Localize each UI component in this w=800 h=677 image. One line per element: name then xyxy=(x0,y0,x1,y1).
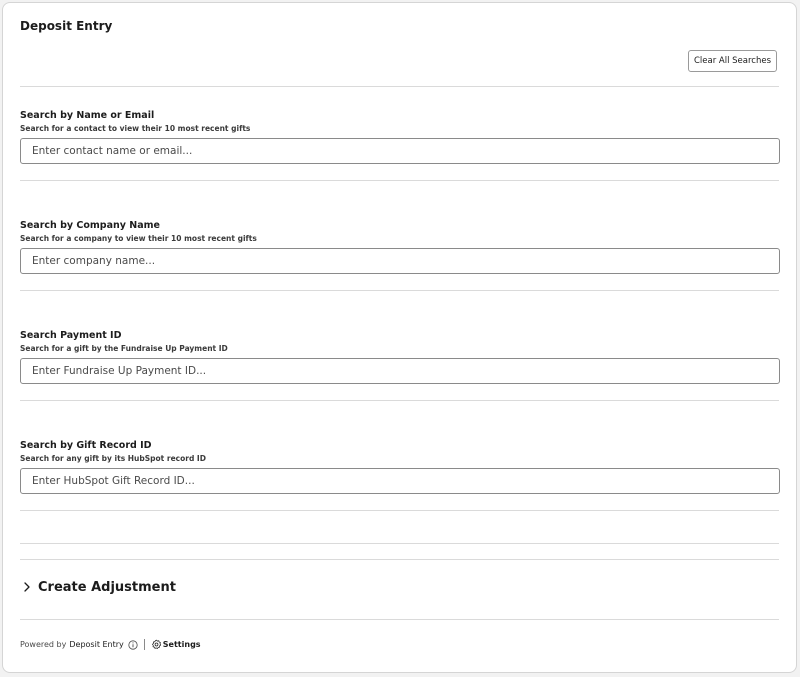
divider xyxy=(20,290,779,291)
gift-record-id-search-input[interactable] xyxy=(20,468,780,494)
settings-link[interactable]: Settings xyxy=(163,640,201,649)
payment-id-search-input[interactable] xyxy=(20,358,780,384)
divider xyxy=(20,400,779,401)
divider xyxy=(20,86,779,87)
chevron-right-icon xyxy=(24,582,30,592)
section-title-payment-id: Search Payment ID xyxy=(20,330,122,341)
section-subtitle-gift-record-id: Search for any gift by its HubSpot recor… xyxy=(20,454,206,463)
clear-all-searches-button[interactable]: Clear All Searches xyxy=(688,50,777,72)
divider xyxy=(20,619,779,620)
section-title-name-email: Search by Name or Email xyxy=(20,110,155,121)
section-subtitle-payment-id: Search for a gift by the Fundraise Up Pa… xyxy=(20,344,228,353)
contact-search-input[interactable] xyxy=(20,138,780,164)
section-subtitle-company: Search for a company to view their 10 mo… xyxy=(20,234,257,243)
powered-by-text: Powered by xyxy=(20,640,67,649)
info-icon[interactable] xyxy=(128,639,138,650)
section-title-gift-record-id: Search by Gift Record ID xyxy=(20,440,152,451)
footer: Powered by Deposit Entry Settings xyxy=(20,639,201,650)
section-title-company: Search by Company Name xyxy=(20,220,160,231)
create-adjustment-toggle[interactable]: Create Adjustment xyxy=(20,575,176,599)
divider xyxy=(20,510,779,511)
deposit-entry-card: Deposit Entry Clear All Searches Search … xyxy=(2,2,797,673)
divider xyxy=(20,180,779,181)
gear-icon[interactable] xyxy=(151,639,162,650)
footer-separator xyxy=(143,639,145,650)
create-adjustment-title: Create Adjustment xyxy=(38,579,176,595)
divider xyxy=(20,559,779,560)
page-title: Deposit Entry xyxy=(20,19,113,33)
divider xyxy=(20,543,779,544)
powered-by-brand: Deposit Entry xyxy=(69,640,124,649)
company-search-input[interactable] xyxy=(20,248,780,274)
section-subtitle-name-email: Search for a contact to view their 10 mo… xyxy=(20,124,251,133)
